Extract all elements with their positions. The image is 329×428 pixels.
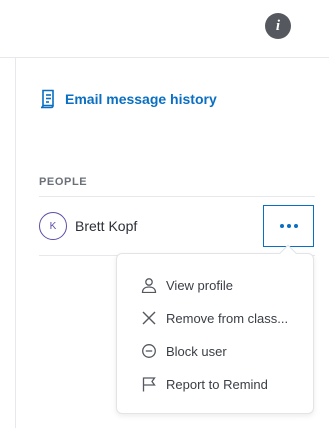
menu-item-remove-from-class[interactable]: Remove from class... [117,303,313,333]
person-icon [140,276,158,294]
people-section-label: PEOPLE [39,176,88,188]
menu-item-block-user[interactable]: Block user [117,336,313,366]
close-icon [140,309,158,327]
person-actions-menu: View profile Remove from class... Block … [116,244,314,414]
block-icon [140,342,158,360]
email-message-history-link[interactable]: Email message history [40,89,217,109]
email-message-history-label: Email message history [65,91,217,107]
menu-item-view-profile[interactable]: View profile [117,270,313,300]
avatar[interactable]: K [39,212,67,240]
ellipsis-icon [279,224,284,228]
menu-item-report[interactable]: Report to Remind [117,369,313,399]
person-row: K Brett Kopf [39,205,315,256]
document-icon [40,89,56,109]
info-icon[interactable]: i [265,13,291,39]
flag-icon [140,375,158,393]
more-options-button[interactable] [263,205,314,247]
top-bar: i [0,0,329,58]
section-divider [39,196,315,197]
person-name[interactable]: Brett Kopf [75,218,137,234]
sidebar-divider [15,58,16,428]
